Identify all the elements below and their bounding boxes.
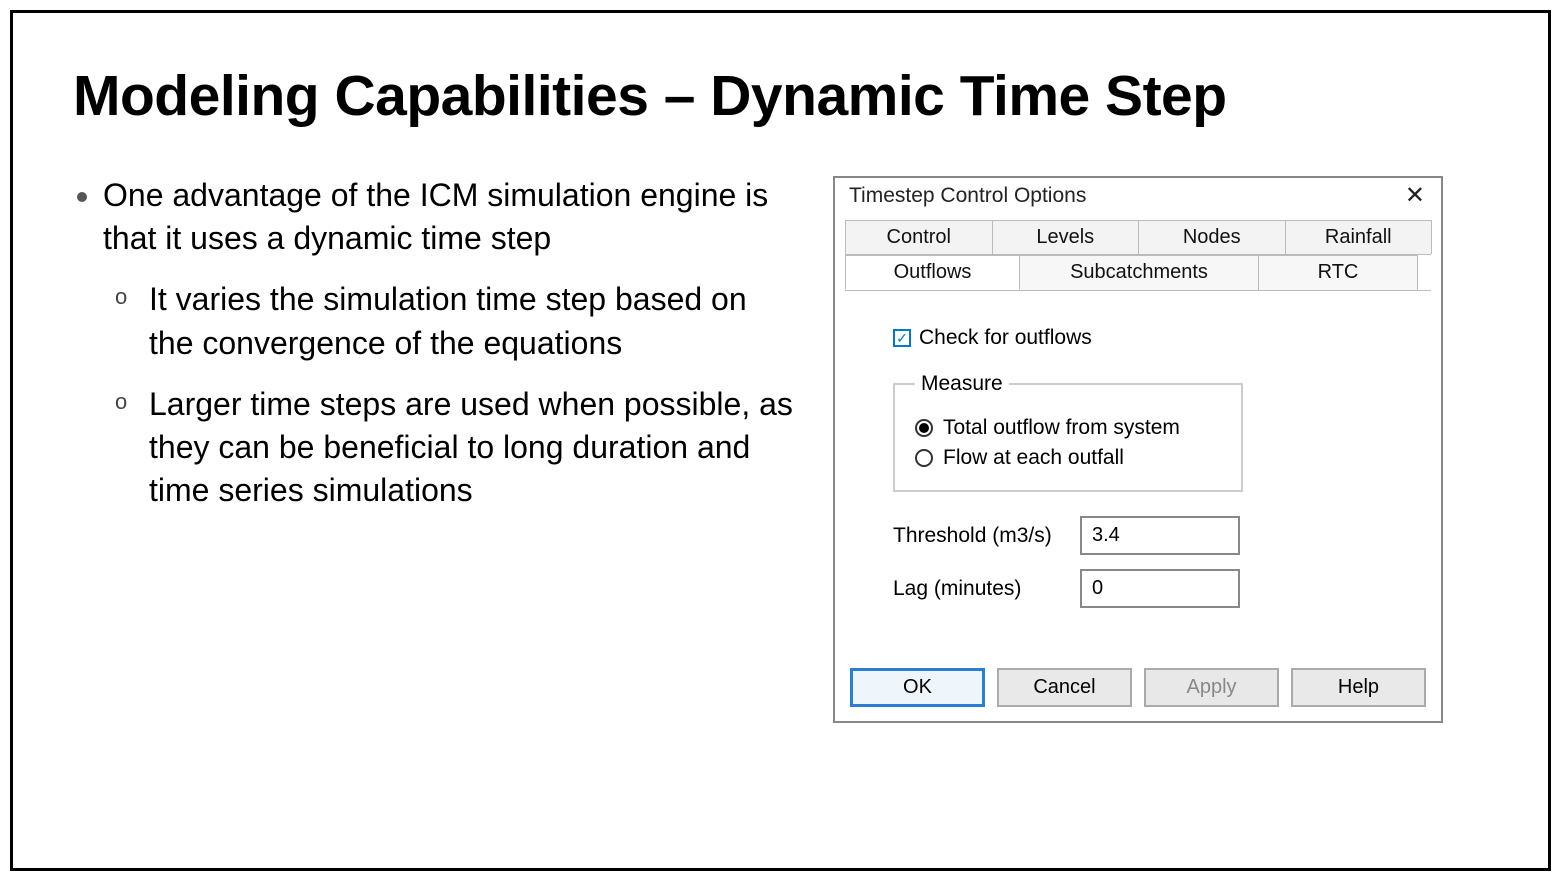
measure-legend: Measure [915, 372, 1009, 396]
radio-total-row[interactable]: Total outflow from system [915, 416, 1221, 440]
bullet-main: One advantage of the ICM simulation engi… [103, 174, 793, 512]
radio-each-label: Flow at each outfall [943, 446, 1124, 470]
tab-outflows[interactable]: Outflows [845, 255, 1020, 290]
radio-each-row[interactable]: Flow at each outfall [915, 446, 1221, 470]
tab-levels[interactable]: Levels [992, 220, 1140, 254]
radio-unselected-icon[interactable] [915, 449, 933, 467]
slide-title: Modeling Capabilities – Dynamic Time Ste… [73, 63, 1488, 129]
bullet-sub-1: It varies the simulation time step based… [115, 278, 793, 364]
slide-frame: Modeling Capabilities – Dynamic Time Ste… [10, 10, 1551, 871]
lag-row: Lag (minutes) 0 [893, 569, 1383, 608]
threshold-row: Threshold (m3/s) 3.4 [893, 516, 1383, 555]
bullet-sub-2: Larger time steps are used when possible… [115, 383, 793, 513]
tab-rainfall[interactable]: Rainfall [1285, 220, 1433, 254]
tab-rtc[interactable]: RTC [1258, 255, 1418, 290]
bullet-list: One advantage of the ICM simulation engi… [73, 174, 793, 723]
lag-input[interactable]: 0 [1080, 569, 1240, 608]
tab-outflows-panel: ✓ Check for outflows Measure Total outfl… [845, 291, 1431, 652]
radio-selected-icon[interactable] [915, 419, 933, 437]
threshold-label: Threshold (m3/s) [893, 524, 1068, 548]
bullet-main-text: One advantage of the ICM simulation engi… [103, 177, 768, 256]
bullet-sub-2-text: Larger time steps are used when possible… [149, 386, 793, 508]
lag-label: Lag (minutes) [893, 577, 1068, 601]
tab-nodes[interactable]: Nodes [1138, 220, 1286, 254]
tab-row-front: Outflows Subcatchments RTC [845, 255, 1431, 291]
dialog-button-row: OK Cancel Apply Help [835, 658, 1441, 721]
tabstrip: Control Levels Nodes Rainfall Outflows S… [845, 220, 1431, 291]
dialog-screenshot: Timestep Control Options ✕ Control Level… [833, 174, 1443, 723]
dialog-titlebar: Timestep Control Options ✕ [835, 178, 1441, 212]
threshold-input[interactable]: 3.4 [1080, 516, 1240, 555]
checkbox-label: Check for outflows [919, 326, 1092, 350]
check-for-outflows-row[interactable]: ✓ Check for outflows [893, 326, 1383, 350]
timestep-dialog: Timestep Control Options ✕ Control Level… [833, 176, 1443, 723]
help-button[interactable]: Help [1291, 668, 1426, 707]
checkbox-icon[interactable]: ✓ [893, 329, 911, 347]
radio-total-label: Total outflow from system [943, 416, 1180, 440]
close-icon[interactable]: ✕ [1401, 184, 1429, 208]
tab-subcatchments[interactable]: Subcatchments [1019, 255, 1259, 290]
measure-group: Measure Total outflow from system Flow a… [893, 372, 1243, 492]
content-row: One advantage of the ICM simulation engi… [73, 174, 1488, 723]
tab-control[interactable]: Control [845, 220, 993, 254]
dialog-title-text: Timestep Control Options [849, 184, 1086, 208]
dialog-body: Control Levels Nodes Rainfall Outflows S… [835, 212, 1441, 658]
ok-button[interactable]: OK [850, 668, 985, 707]
apply-button[interactable]: Apply [1144, 668, 1279, 707]
slide: Modeling Capabilities – Dynamic Time Ste… [0, 0, 1561, 881]
cancel-button[interactable]: Cancel [997, 668, 1132, 707]
bullet-sub-1-text: It varies the simulation time step based… [149, 281, 747, 360]
tab-row-back: Control Levels Nodes Rainfall [845, 220, 1431, 255]
